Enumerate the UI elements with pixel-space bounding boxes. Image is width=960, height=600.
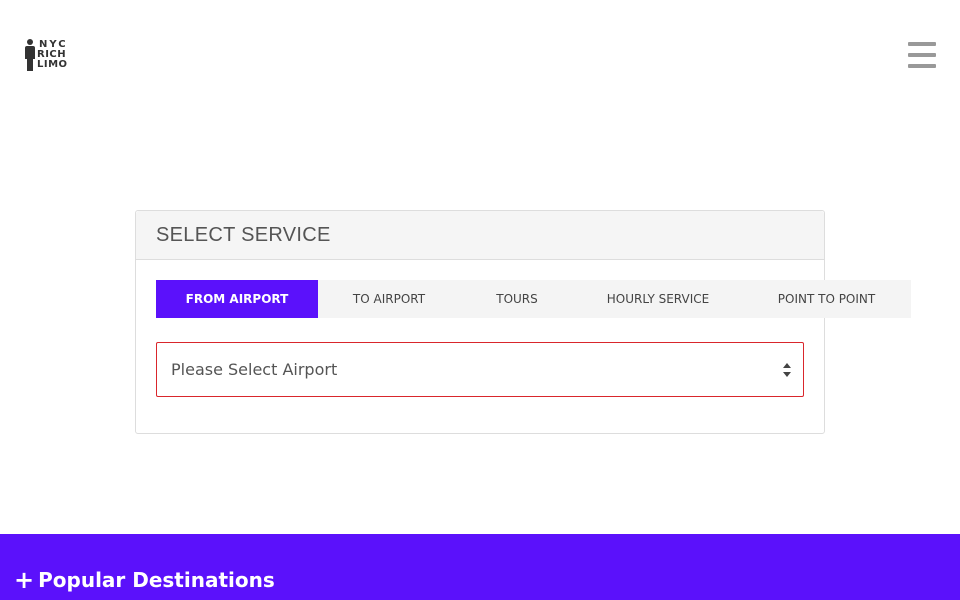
logo-line-limo: LIMO <box>37 59 68 70</box>
logo-text: NYC RICH LIMO <box>37 40 68 70</box>
logo[interactable]: NYC RICH LIMO <box>25 38 75 72</box>
tab-tours[interactable]: TOURS <box>460 280 574 318</box>
airport-select[interactable]: Please Select Airport <box>156 342 804 397</box>
popular-destinations-toggle[interactable]: + Popular Destinations <box>14 568 275 592</box>
tab-point-to-point[interactable]: POINT TO POINT <box>742 280 911 318</box>
panel-heading: SELECT SERVICE <box>136 211 824 260</box>
hamburger-menu-icon[interactable] <box>908 42 936 68</box>
select-service-panel: SELECT SERVICE FROM AIRPORT TO AIRPORT T… <box>135 210 911 434</box>
select-arrows-icon <box>783 363 791 377</box>
airport-select-value: Please Select Airport <box>171 360 338 379</box>
service-tabs: FROM AIRPORT TO AIRPORT TOURS HOURLY SER… <box>156 280 911 318</box>
site-header: NYC RICH LIMO <box>0 0 960 110</box>
tab-hourly-service[interactable]: HOURLY SERVICE <box>574 280 742 318</box>
tab-to-airport[interactable]: TO AIRPORT <box>318 280 460 318</box>
popular-destinations-band: + Popular Destinations <box>0 534 960 600</box>
tab-from-airport[interactable]: FROM AIRPORT <box>156 280 318 318</box>
plus-icon: + <box>14 566 35 594</box>
popular-destinations-label: Popular Destinations <box>38 568 275 592</box>
chauffeur-icon <box>25 39 35 71</box>
